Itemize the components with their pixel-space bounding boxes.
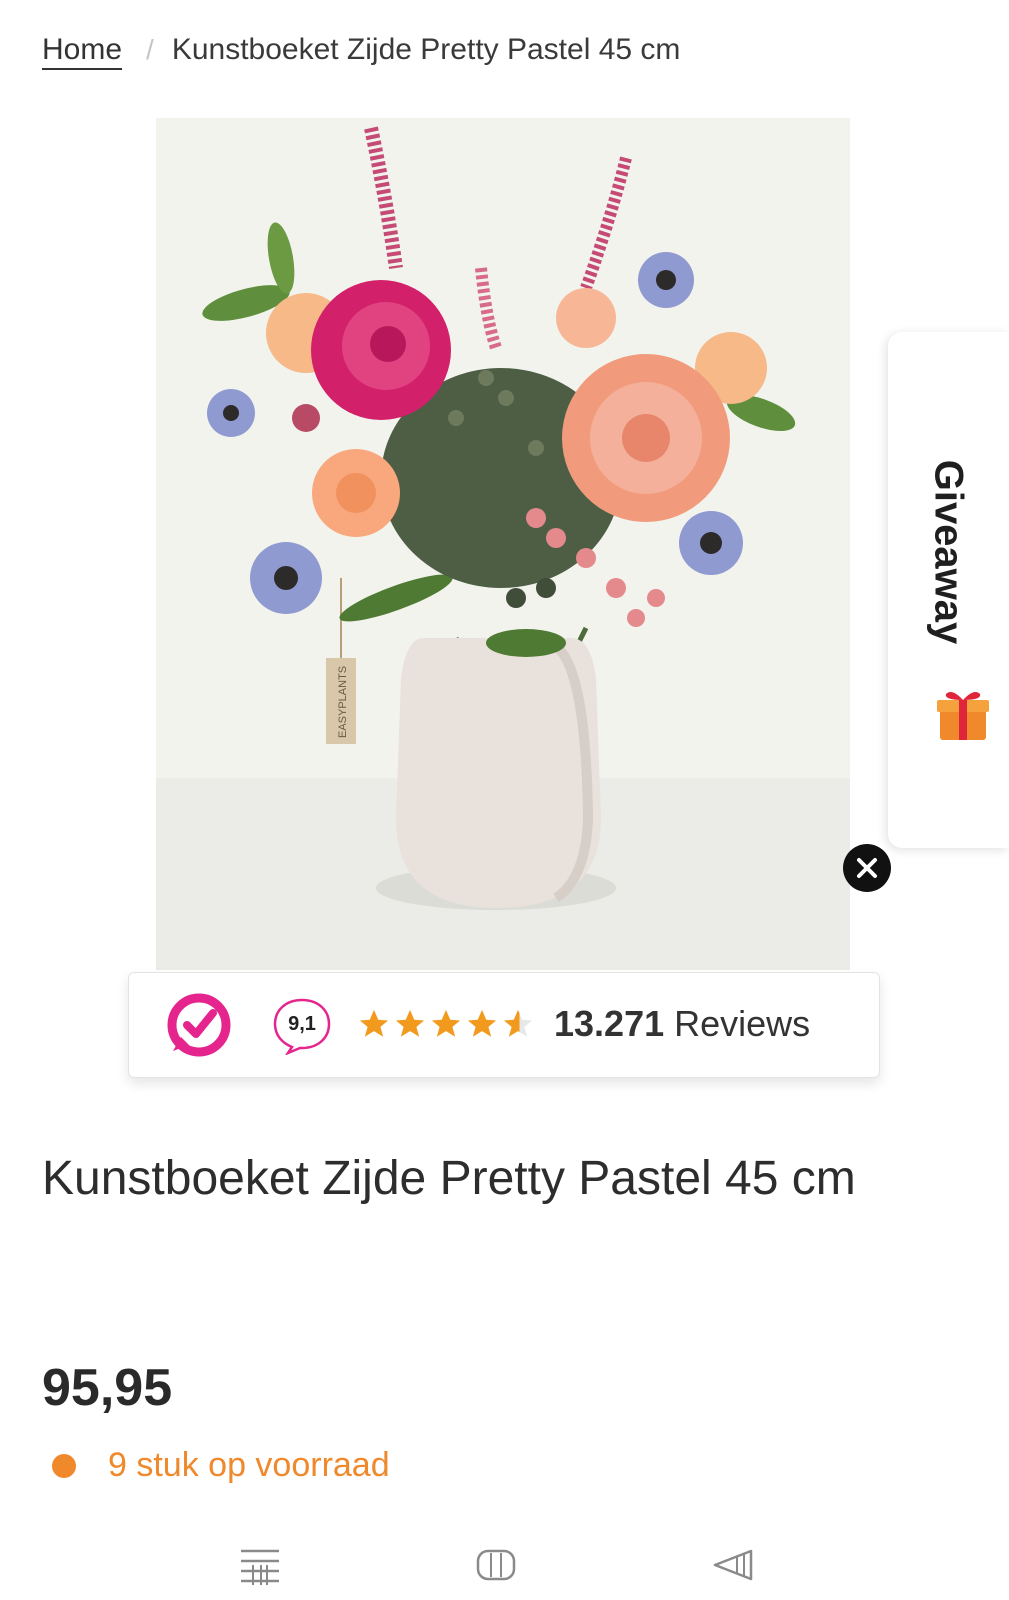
star-icon <box>431 1009 461 1037</box>
back-button[interactable] <box>702 1540 762 1590</box>
product-price: 95,95 <box>42 1359 173 1417</box>
bouquet-illustration: EASYPLANTS <box>156 118 850 970</box>
breadcrumb-separator: / <box>146 34 154 65</box>
star-half-icon <box>503 1009 533 1037</box>
reviews-bar[interactable]: 9,1 13.271 Reviews <box>128 972 880 1078</box>
star-icon <box>395 1009 425 1037</box>
recent-apps-button[interactable] <box>230 1540 290 1590</box>
review-count-number: 13.271 <box>554 1003 665 1044</box>
back-icon <box>713 1549 753 1581</box>
home-icon <box>476 1549 516 1581</box>
review-count-label: Reviews <box>674 1003 811 1044</box>
home-button[interactable] <box>466 1540 526 1590</box>
close-button[interactable] <box>843 844 891 892</box>
breadcrumb-home-link[interactable]: Home <box>42 33 122 67</box>
review-score-badge: 9,1 <box>272 997 332 1056</box>
menu-icon <box>241 1549 279 1585</box>
close-icon <box>857 858 877 878</box>
stock-indicator-dot <box>52 1453 76 1478</box>
stock-status: 9 stuk op voorraad <box>52 1446 390 1485</box>
review-count[interactable]: 13.271 Reviews <box>554 1003 810 1045</box>
giveaway-tab[interactable]: Giveaway <box>888 332 1009 848</box>
image-tag-label: EASYPLANTS <box>337 666 349 738</box>
breadcrumb: Home / Kunstboeket Zijde Pretty Pastel 4… <box>42 28 680 72</box>
star-rating <box>357 1007 535 1041</box>
product-image[interactable]: EASYPLANTS <box>156 118 850 970</box>
gift-icon[interactable] <box>934 686 992 744</box>
product-title: Kunstboeket Zijde Pretty Pastel 45 cm <box>42 1152 856 1205</box>
kiyoh-logo-icon <box>167 993 231 1057</box>
giveaway-label: Giveaway <box>926 459 971 645</box>
system-navigation-bar <box>0 1530 1009 1600</box>
review-score: 9,1 <box>288 1013 316 1035</box>
breadcrumb-current: Kunstboeket Zijde Pretty Pastel 45 cm <box>171 33 681 66</box>
star-icon <box>467 1009 497 1037</box>
star-icon <box>359 1009 389 1037</box>
stock-text: 9 stuk op voorraad <box>108 1446 390 1484</box>
